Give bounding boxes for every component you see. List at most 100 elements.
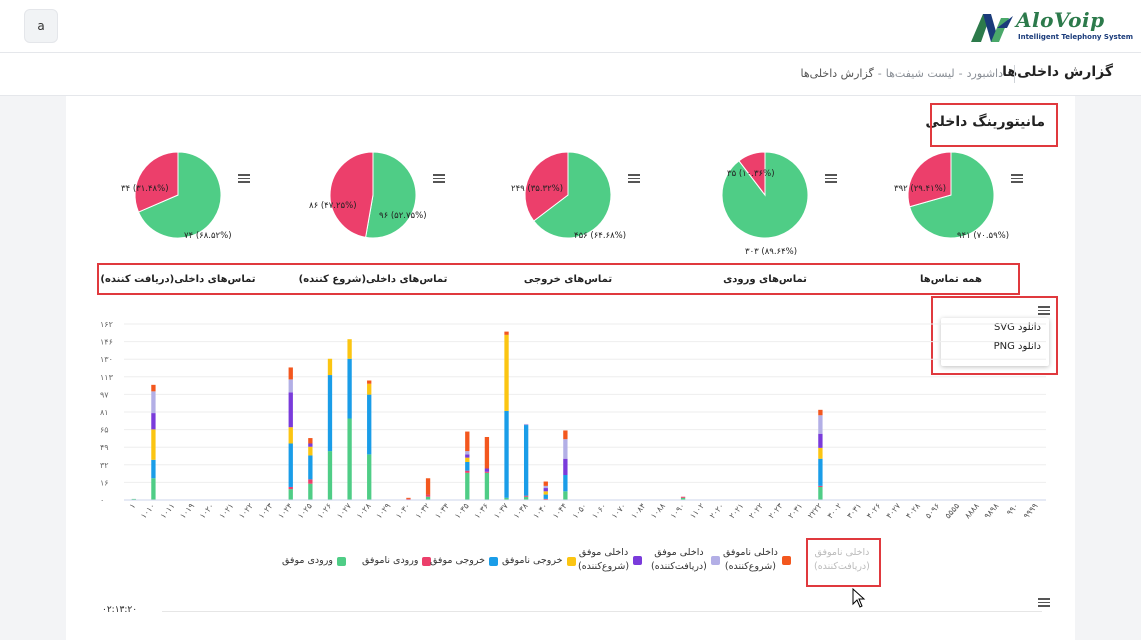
bar-segment[interactable] bbox=[288, 367, 293, 380]
bar-segment[interactable] bbox=[308, 479, 313, 484]
breadcrumb-current: گزارش داخلی‌ها bbox=[800, 67, 874, 80]
bar-segment[interactable] bbox=[308, 483, 313, 500]
bar-segment[interactable] bbox=[543, 494, 548, 499]
bar-segment[interactable] bbox=[288, 486, 293, 490]
bar-segment[interactable] bbox=[465, 472, 470, 500]
bar-segment[interactable] bbox=[543, 491, 548, 495]
bar-segment[interactable] bbox=[465, 451, 470, 455]
alovoip-logo[interactable]: AloVoip Intelligent Telephony System bbox=[969, 8, 1133, 44]
bar-segment[interactable] bbox=[563, 458, 568, 476]
bar-segment[interactable] bbox=[818, 486, 823, 500]
bar-segment[interactable] bbox=[523, 425, 529, 496]
bar-segment[interactable] bbox=[818, 415, 823, 434]
bar-segment[interactable] bbox=[484, 468, 490, 472]
pie-slice-failed[interactable] bbox=[329, 151, 374, 238]
second-chart-baseline bbox=[162, 611, 1042, 612]
bar-segment[interactable] bbox=[327, 358, 333, 376]
bar-segment[interactable] bbox=[288, 392, 293, 428]
x-tick-label: ۸۸۸۸ bbox=[963, 501, 981, 520]
pie-chart bbox=[907, 151, 995, 239]
bar-segment[interactable] bbox=[151, 391, 156, 414]
legend-item[interactable]: خروجی ناموفق bbox=[502, 554, 576, 569]
bar-segment[interactable] bbox=[680, 496, 686, 498]
bar-segment[interactable] bbox=[523, 423, 529, 426]
legend-swatch bbox=[566, 556, 576, 566]
bar-segment[interactable] bbox=[367, 394, 372, 455]
user-avatar[interactable]: a bbox=[24, 9, 58, 43]
bar-segment[interactable] bbox=[308, 446, 313, 456]
bar-segment[interactable] bbox=[543, 485, 548, 489]
bar-segment[interactable] bbox=[543, 488, 548, 492]
pie-menu-icon[interactable] bbox=[628, 174, 640, 183]
bar-segment[interactable] bbox=[367, 454, 372, 500]
bar-segment[interactable] bbox=[465, 470, 470, 473]
bar-segment[interactable] bbox=[327, 375, 333, 452]
bar-segment[interactable] bbox=[425, 478, 431, 495]
legend-item[interactable]: ورودی ناموفق bbox=[362, 554, 432, 569]
bar-segment[interactable] bbox=[563, 475, 568, 492]
bar-segment[interactable] bbox=[288, 379, 293, 393]
bar-segment[interactable] bbox=[818, 447, 823, 459]
x-tick-label: ۱۰۸۴ bbox=[629, 502, 647, 521]
bar-segment[interactable] bbox=[563, 491, 568, 500]
pie-label-failed: ۳۴ (۳۱.۴۸%) bbox=[121, 184, 169, 194]
y-tick-label: ۴۹ bbox=[100, 443, 109, 452]
bar-segment[interactable] bbox=[367, 380, 372, 384]
bar-segment[interactable] bbox=[484, 471, 490, 473]
legend-item[interactable]: ورودی موفق bbox=[282, 554, 346, 569]
bar-segment[interactable] bbox=[465, 454, 470, 458]
legend-item[interactable]: داخلی موفق (شروع‌کننده) bbox=[578, 546, 643, 574]
bar-segment[interactable] bbox=[465, 461, 470, 471]
breadcrumb-shifts[interactable]: لیست شیفت‌ها bbox=[886, 67, 955, 80]
breadcrumb-dashboard[interactable]: داشبورد bbox=[967, 67, 1003, 80]
bar-segment[interactable] bbox=[818, 433, 823, 448]
bar-segment[interactable] bbox=[288, 427, 293, 444]
x-tick-label: ۱۰۳۸ bbox=[512, 501, 530, 520]
legend-label: داخلی موفق (شروع‌کننده) bbox=[578, 547, 630, 572]
y-tick-label: ۸۱ bbox=[100, 408, 109, 417]
bar-segment[interactable] bbox=[504, 334, 509, 411]
bar-segment[interactable] bbox=[818, 458, 823, 486]
bar-segment[interactable] bbox=[367, 383, 372, 395]
bar-segment[interactable] bbox=[308, 455, 313, 480]
bar-segment[interactable] bbox=[151, 413, 156, 430]
bar-segment[interactable] bbox=[465, 457, 470, 462]
pie-menu-icon[interactable] bbox=[1011, 174, 1023, 183]
bar-segment[interactable] bbox=[484, 436, 490, 469]
bar-segment[interactable] bbox=[818, 485, 823, 487]
bar-segment[interactable] bbox=[327, 451, 333, 500]
bar-segment[interactable] bbox=[406, 497, 411, 499]
bar-segment[interactable] bbox=[151, 478, 156, 500]
bar-segment[interactable] bbox=[347, 358, 352, 419]
bar-segment[interactable] bbox=[308, 438, 313, 444]
pie-menu-icon[interactable] bbox=[238, 174, 250, 183]
bar-segment[interactable] bbox=[543, 481, 548, 486]
bar-segment[interactable] bbox=[563, 430, 568, 440]
bar-segment[interactable] bbox=[818, 409, 823, 416]
bar-segment[interactable] bbox=[484, 472, 490, 500]
bar-segment[interactable] bbox=[347, 418, 352, 500]
bar-segment[interactable] bbox=[151, 384, 156, 392]
legend-label: خروجی ناموفق bbox=[502, 555, 563, 566]
legend-item[interactable]: خروجی موفق bbox=[430, 554, 498, 569]
bar-segment[interactable] bbox=[151, 459, 156, 479]
bar-segment[interactable] bbox=[288, 489, 293, 500]
bar-segment[interactable] bbox=[288, 443, 293, 487]
breadcrumb-separator: - bbox=[958, 67, 963, 80]
second-chart-menu-icon[interactable] bbox=[1038, 598, 1050, 607]
page-title: گزارش داخلی‌ها bbox=[1002, 64, 1113, 80]
bar-segment[interactable] bbox=[151, 429, 156, 460]
legend-item[interactable]: داخلی موفق (دریافت‌کننده) bbox=[651, 546, 720, 574]
bar-segment[interactable] bbox=[563, 439, 568, 459]
x-tick-label: ۲۰۲۱ bbox=[728, 502, 746, 521]
bar-segment[interactable] bbox=[504, 331, 509, 335]
bar-segment[interactable] bbox=[308, 443, 313, 447]
bar-segment[interactable] bbox=[347, 339, 352, 359]
pie-menu-icon[interactable] bbox=[825, 174, 837, 183]
legend-item[interactable]: داخلی ناموفق (شروع‌کننده) bbox=[723, 546, 791, 574]
bar-segment[interactable] bbox=[425, 494, 431, 497]
bar-segment[interactable] bbox=[523, 495, 529, 497]
pie-menu-icon[interactable] bbox=[433, 174, 445, 183]
bar-segment[interactable] bbox=[504, 410, 509, 498]
bar-segment[interactable] bbox=[465, 431, 470, 452]
